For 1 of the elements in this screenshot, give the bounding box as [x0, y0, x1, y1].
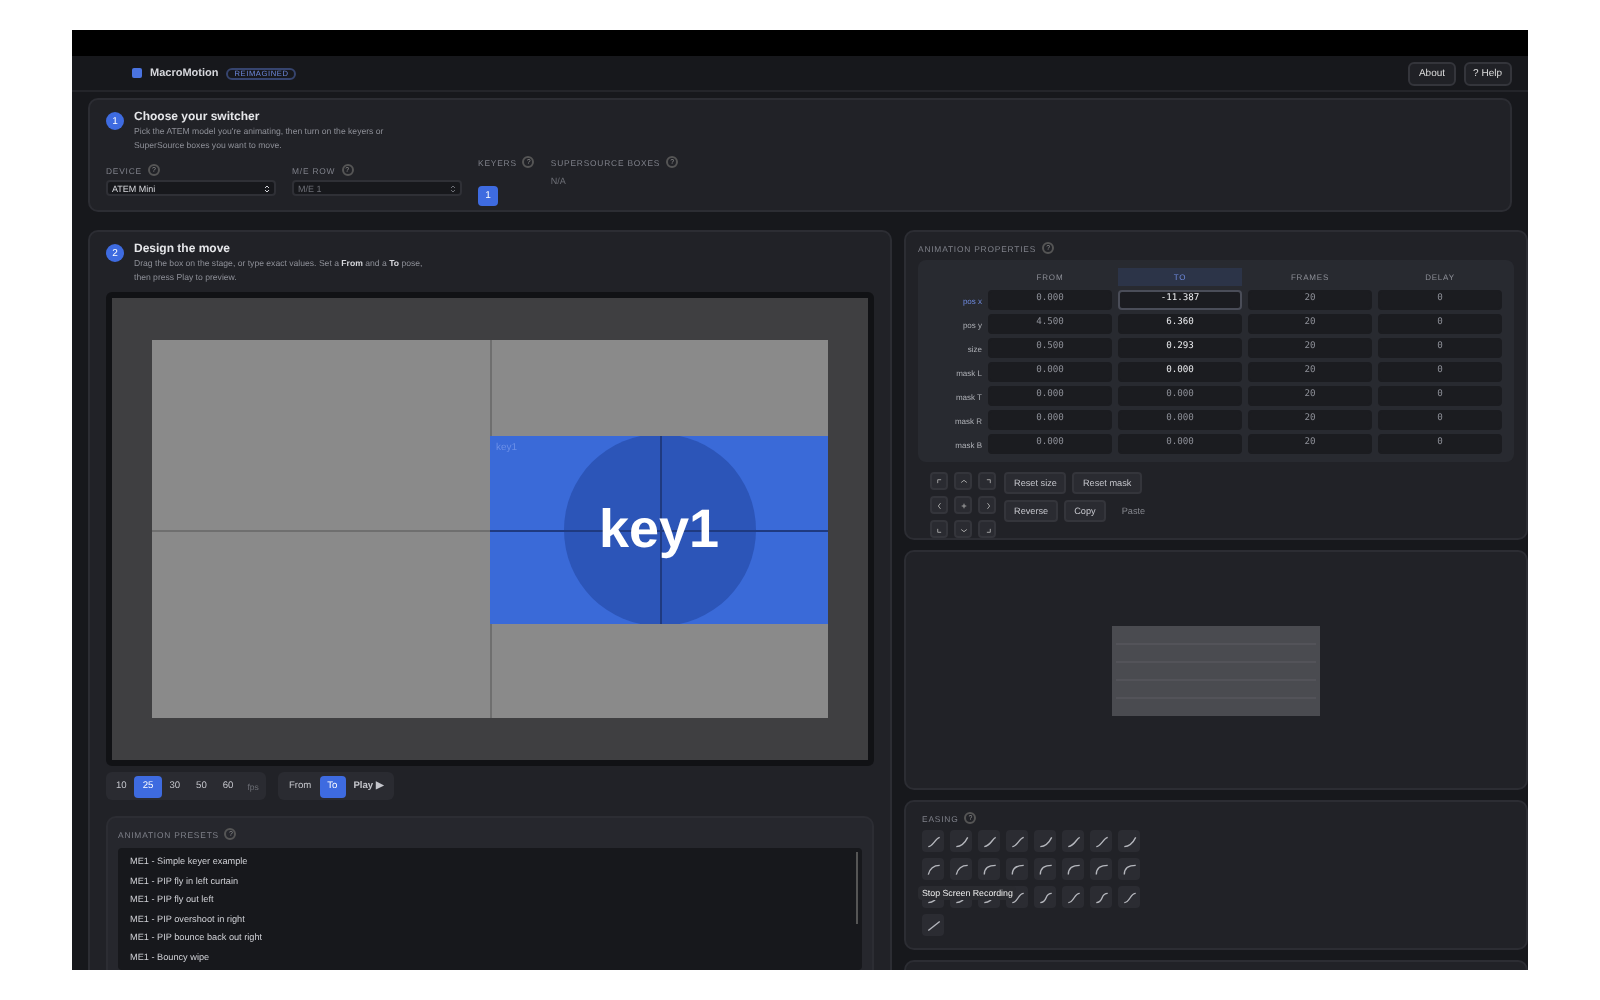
key-label: key1 — [596, 499, 722, 562]
